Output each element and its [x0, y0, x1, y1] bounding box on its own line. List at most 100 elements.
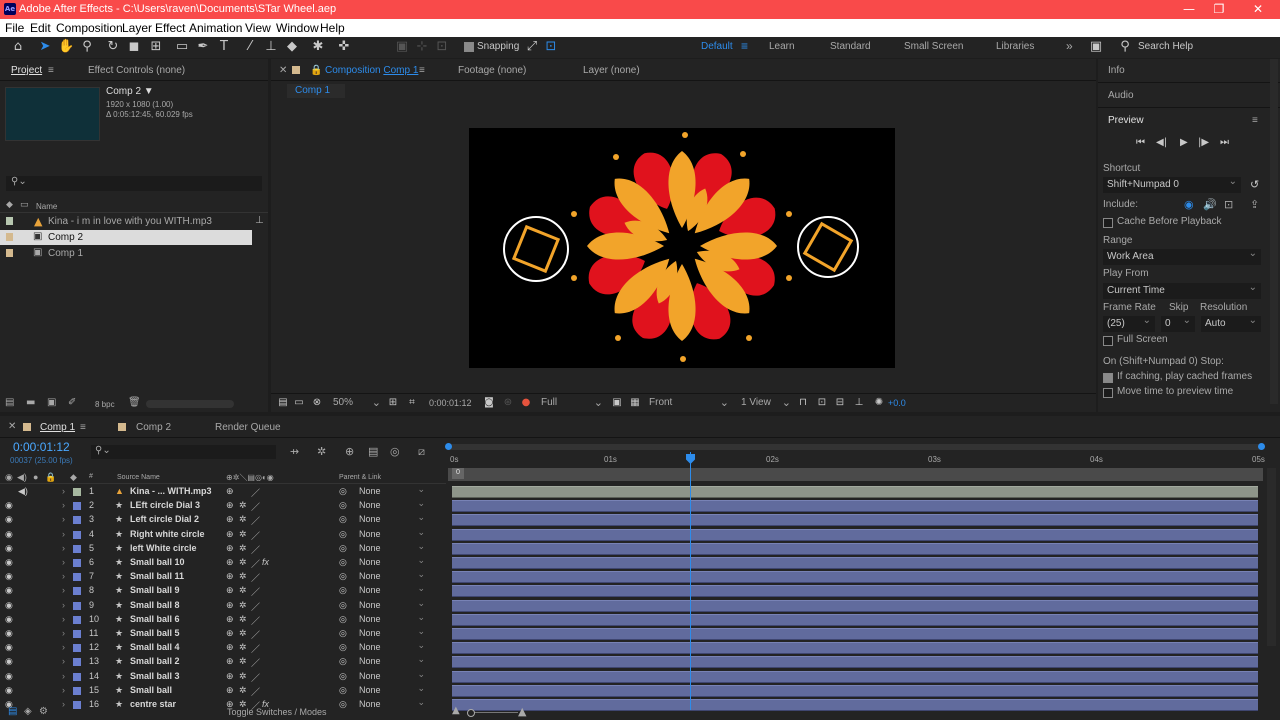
mask-visibility-icon[interactable]: ⊗	[309, 395, 325, 411]
collapse-switch-icon[interactable]: ✲	[239, 614, 247, 625]
3d-view-dropdown[interactable]: Front ⌄	[645, 396, 731, 411]
parent-dropdown[interactable]: None ⌄	[355, 583, 427, 597]
tab-effect-controls[interactable]: Effect Controls (none)	[88, 65, 185, 76]
layer-name[interactable]: Kina - ... WITH.mp3	[130, 486, 212, 496]
collapse-switch-icon[interactable]: ✲	[239, 543, 247, 554]
show-snapshot-icon[interactable]: ⊛	[500, 395, 516, 411]
menu-window[interactable]: Window	[276, 21, 319, 35]
move-time-checkbox[interactable]	[1103, 388, 1113, 398]
audio-switch-icon[interactable]: ◀)	[18, 486, 28, 497]
parent-dropdown[interactable]: None ⌄	[355, 541, 427, 555]
trash-icon[interactable]: 🗑	[128, 397, 141, 408]
minimize-button[interactable]: —	[1174, 1, 1204, 18]
brush-tool-icon[interactable]: ⁄	[242, 39, 258, 55]
right-panel-scrollbar[interactable]	[1270, 59, 1278, 404]
label-color-swatch[interactable]	[73, 644, 81, 653]
workspace-menu-icon[interactable]: ≡	[741, 39, 748, 53]
layer-duration-bar[interactable]	[452, 599, 1258, 612]
project-item[interactable]: ▣ Comp 1	[0, 246, 268, 261]
expand-arrow-icon[interactable]: ›	[62, 571, 65, 581]
shy-switch-icon[interactable]: ⊕	[226, 614, 234, 625]
eye-icon[interactable]: ◉	[5, 614, 13, 625]
parent-dropdown[interactable]: None ⌄	[355, 626, 427, 640]
workspace-default[interactable]: Default	[701, 41, 733, 52]
menu-animation[interactable]: Animation	[189, 21, 242, 35]
timeline-icon[interactable]: ⊟	[832, 395, 848, 411]
tab-render-queue[interactable]: Render Queue	[215, 422, 281, 433]
magnification-dropdown[interactable]: 50% ⌄	[329, 396, 381, 411]
always-preview-icon[interactable]: ▤	[275, 395, 291, 411]
home-icon[interactable]: ⌂	[10, 39, 26, 55]
layer-duration-bar[interactable]	[452, 642, 1258, 655]
snap-features-icon[interactable]: ⊡	[543, 39, 559, 55]
composition-canvas[interactable]	[469, 128, 895, 368]
parent-dropdown[interactable]: None ⌄	[355, 669, 427, 683]
expand-arrow-icon[interactable]: ›	[62, 500, 65, 510]
quality-switch-icon[interactable]: ／	[251, 543, 260, 556]
menu-help[interactable]: Help	[320, 21, 345, 35]
layer-name[interactable]: Small ball 3	[130, 671, 180, 681]
layer-duration-bar[interactable]	[452, 500, 1258, 513]
timeline-menu-icon[interactable]: ≡	[80, 422, 86, 433]
layer-duration-bar[interactable]	[452, 486, 1258, 498]
parent-pickwhip-icon[interactable]: ◎	[339, 600, 347, 611]
close-tab-icon[interactable]: ✕	[279, 65, 287, 76]
quality-switch-icon[interactable]: ／	[251, 571, 260, 584]
maximize-button[interactable]: ❐	[1204, 1, 1234, 18]
layer-name[interactable]: Left circle Dial 2	[130, 514, 199, 524]
layer-duration-bar[interactable]	[452, 628, 1258, 640]
label-color-swatch[interactable]	[73, 573, 81, 582]
collapse-switch-icon[interactable]: ✲	[239, 529, 247, 540]
shy-switch-icon[interactable]: ⊕	[226, 671, 234, 682]
eye-icon[interactable]: ◉	[5, 685, 13, 696]
parent-dropdown[interactable]: None ⌄	[355, 598, 427, 612]
draft-3d-icon[interactable]: ✲	[317, 445, 326, 458]
collapse-switch-icon[interactable]: ✲	[239, 500, 247, 511]
puppet-pin-tool-icon[interactable]: ✜	[336, 39, 352, 55]
sync-settings-icon[interactable]: ▣	[1088, 39, 1104, 55]
layer-row[interactable]: ◉ › 3 ★ Left circle Dial 2 ⊕ ✲ ／ ◎ None ⌄	[0, 512, 446, 527]
expand-arrow-icon[interactable]: ›	[62, 514, 65, 524]
transparency-grid-icon[interactable]: ▦	[627, 395, 643, 411]
parent-pickwhip-icon[interactable]: ◎	[339, 543, 347, 554]
eraser-tool-icon[interactable]: ◆	[284, 39, 300, 55]
shy-switch-icon[interactable]: ⊕	[226, 500, 234, 511]
layer-search-input[interactable]: ⚲⌄	[91, 445, 276, 459]
flowchart-icon[interactable]: ⊥	[851, 395, 867, 411]
parent-dropdown[interactable]: None ⌄	[355, 512, 427, 526]
graph-editor-icon[interactable]: ⧄	[418, 445, 425, 459]
play-icon[interactable]: ▶	[1180, 137, 1188, 148]
quality-switch-icon[interactable]: ／	[251, 656, 260, 669]
zoom-out-icon[interactable]: ▲	[452, 705, 460, 716]
layer-name[interactable]: Small ball 2	[130, 656, 180, 666]
collapse-switch-icon[interactable]: ✲	[239, 514, 247, 525]
quality-switch-icon[interactable]: ／	[251, 585, 260, 598]
layer-duration-bar[interactable]	[452, 557, 1258, 569]
shy-switch-icon[interactable]: ⊕	[226, 543, 234, 554]
work-area-bar[interactable]: 0	[448, 468, 1263, 481]
parent-pickwhip-icon[interactable]: ◎	[339, 514, 347, 525]
tab-project[interactable]: Project	[11, 65, 42, 76]
label-color-swatch[interactable]	[73, 530, 81, 539]
snapshot-icon[interactable]: ◙	[481, 395, 497, 411]
safe-zones-icon[interactable]: ⊞	[385, 395, 401, 411]
flowchart-icon[interactable]: ⊥	[255, 215, 264, 226]
parent-pickwhip-icon[interactable]: ◎	[339, 685, 347, 696]
shy-switch-icon[interactable]: ⊕	[226, 529, 234, 540]
view-layout-dropdown[interactable]: 1 View ⌄	[737, 396, 793, 411]
axis-tool-icon[interactable]: ▣	[394, 39, 410, 55]
eye-icon[interactable]: ◉	[5, 656, 13, 667]
exposure-value[interactable]: +0.0	[888, 398, 906, 408]
bit-depth-button[interactable]: 8 bpc	[95, 400, 115, 409]
eye-icon[interactable]: ◉	[5, 642, 13, 653]
menu-effect[interactable]: Effect	[155, 21, 185, 35]
include-video-icon[interactable]: ◉	[1184, 198, 1194, 211]
shy-switch-icon[interactable]: ⊕	[226, 514, 234, 525]
pan-behind-tool-icon[interactable]: ⊞	[148, 39, 164, 55]
layer-duration-bar[interactable]	[452, 656, 1258, 669]
menu-layer[interactable]: Layer	[122, 21, 152, 35]
interpret-footage-icon[interactable]: ▤	[5, 397, 14, 408]
expand-arrow-icon[interactable]: ›	[62, 685, 65, 695]
include-overlays-icon[interactable]: ⊡	[1224, 198, 1233, 211]
parent-dropdown[interactable]: None ⌄	[355, 612, 427, 626]
